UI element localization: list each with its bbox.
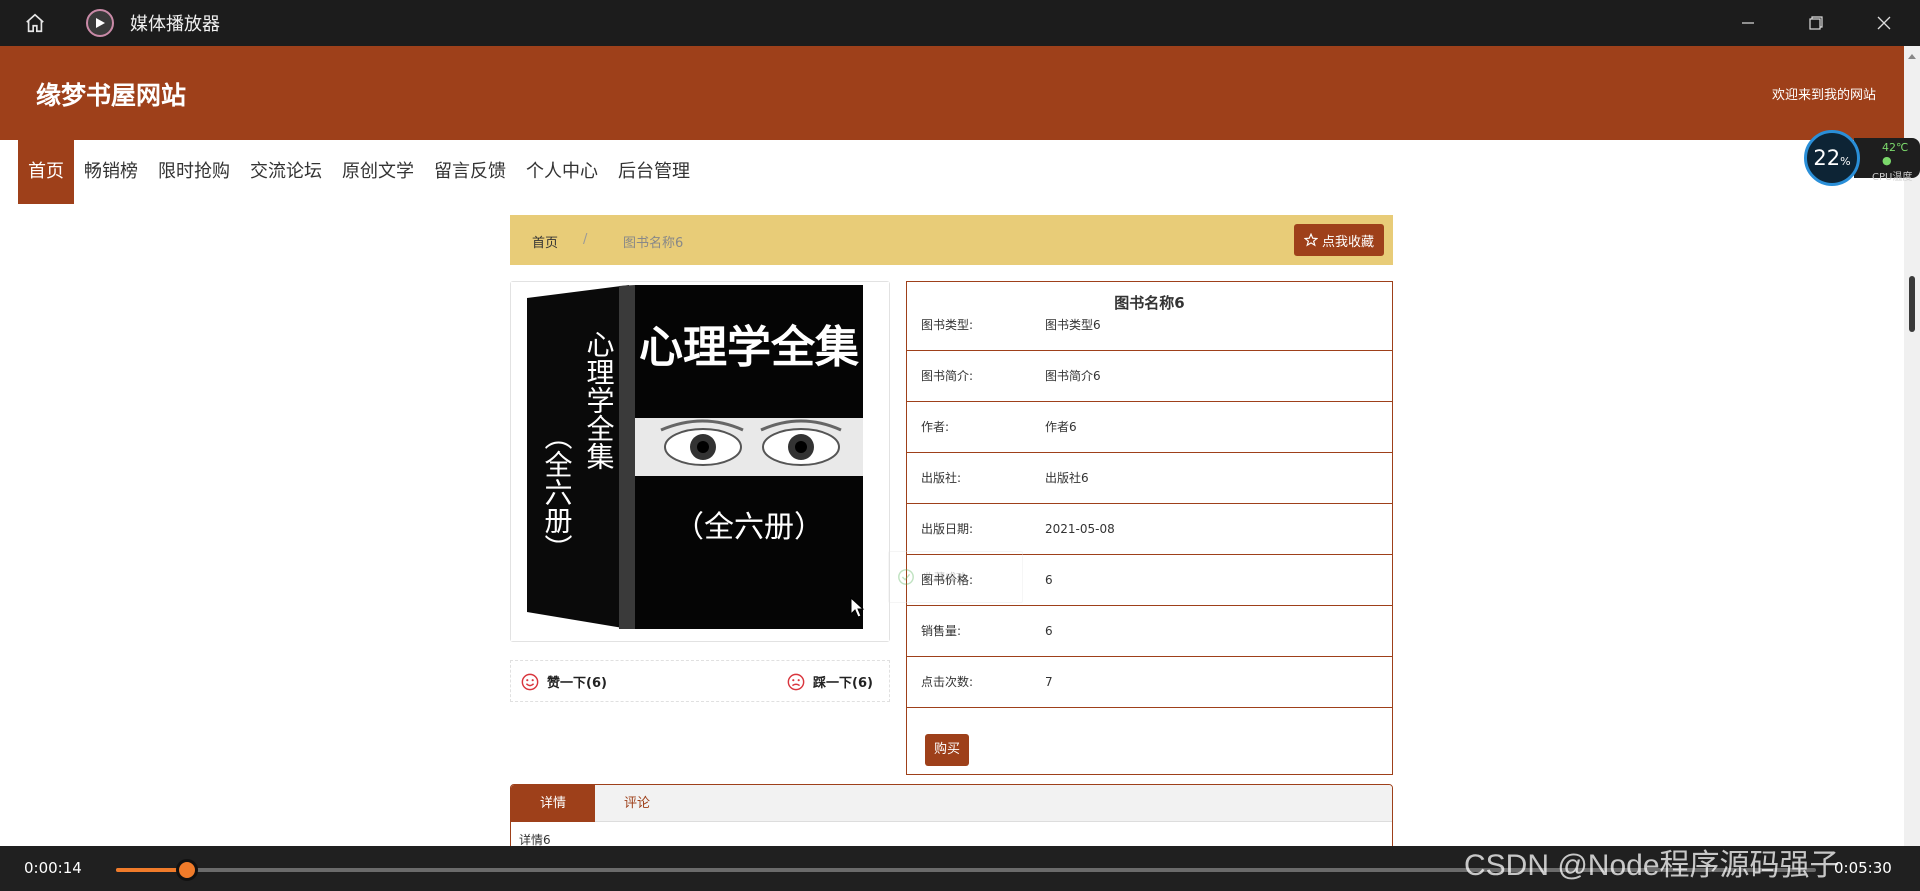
- restore-icon: [1809, 16, 1823, 30]
- cover-title-spine: 心理学全集: [583, 330, 616, 470]
- cpu-usage-percent-sign: %: [1840, 154, 1851, 168]
- info-label: 点击次数:: [921, 675, 974, 689]
- check-circle-icon: [898, 569, 914, 585]
- info-row-summary: 图书简介: 图书简介6: [907, 351, 1392, 402]
- detail-tabs: 详情 评论 详情6: [510, 784, 1393, 846]
- cpu-usage-value: 22: [1813, 146, 1841, 170]
- info-row-sales: 销售量: 6: [907, 606, 1392, 657]
- info-row-publish-date: 出版日期: 2021-05-08: [907, 504, 1392, 555]
- system-monitor-widget[interactable]: 42℃ ● CPU温度 22%: [1804, 130, 1920, 186]
- collect-button[interactable]: 点我收藏: [1293, 224, 1384, 256]
- current-time: 0:00:14: [24, 859, 82, 877]
- book-cover-image[interactable]: 心理学全集 （全六册） 心理学全集 （全六册）: [511, 282, 889, 641]
- minimize-button[interactable]: [1714, 0, 1782, 46]
- cover-subtitle-spine: （全六册）: [541, 422, 574, 562]
- minimize-icon: [1742, 22, 1754, 24]
- info-label: 出版日期:: [921, 522, 974, 536]
- info-value: 6: [1045, 573, 1053, 587]
- tab-bar: 详情 评论: [511, 785, 1392, 822]
- cpu-usage-gauge: 22%: [1804, 130, 1860, 186]
- site-brand[interactable]: 缘梦书屋网站: [36, 76, 186, 112]
- home-icon: [26, 13, 44, 33]
- info-row-type: 图书类型: 图书类型6: [907, 300, 1392, 351]
- info-row-publisher: 出版社: 出版社6: [907, 453, 1392, 504]
- cover-subtitle-front: （全六册）: [674, 510, 824, 545]
- info-value: 出版社6: [1045, 471, 1089, 485]
- nav-item-admin[interactable]: 后台管理: [608, 140, 700, 204]
- collect-label: 点我收藏: [1321, 234, 1374, 250]
- nav-item-home[interactable]: 首页: [18, 140, 74, 204]
- frown-icon: [787, 673, 805, 690]
- dislike-button[interactable]: 踩一下(6): [787, 672, 873, 691]
- like-label: 赞一下(6): [547, 676, 607, 691]
- cpu-temp-panel: 42℃ ● CPU温度: [1854, 138, 1920, 183]
- close-icon: [1877, 16, 1891, 30]
- book-cover-frame: 心理学全集 （全六册） 心理学全集 （全六册）: [510, 281, 890, 642]
- breadcrumb-current: 图书名称6: [623, 236, 684, 251]
- site-header: 缘梦书屋网站 欢迎来到我的网站: [0, 46, 1904, 140]
- welcome-text: 欢迎来到我的网站: [1771, 88, 1876, 103]
- main-nav: 首页 畅销榜 限时抢购 交流论坛 原创文学 留言反馈 个人中心 后台管理: [18, 140, 700, 204]
- nav-item-feedback[interactable]: 留言反馈: [424, 140, 516, 204]
- smile-icon: [521, 673, 539, 690]
- window-title-bar: 媒体播放器: [0, 0, 1920, 46]
- seek-knob[interactable]: [176, 859, 199, 881]
- close-button[interactable]: [1850, 0, 1918, 46]
- home-button[interactable]: [0, 0, 70, 46]
- breadcrumb-home[interactable]: 首页: [532, 232, 558, 251]
- cover-title-front: 心理学全集: [639, 322, 859, 373]
- info-value: 图书简介6: [1045, 369, 1101, 383]
- cpu-temp-value: 42℃: [1882, 141, 1909, 154]
- info-row-author: 作者: 作者6: [907, 402, 1392, 453]
- nav-item-original-literature[interactable]: 原创文学: [332, 140, 424, 204]
- total-time: 0:05:30: [1834, 859, 1892, 877]
- app-title: 媒体播放器: [130, 14, 220, 35]
- water-drop-icon: ●: [1882, 154, 1892, 167]
- tab-content: 详情6: [519, 833, 551, 846]
- nav-item-user-center[interactable]: 个人中心: [516, 140, 608, 204]
- vote-bar: 赞一下(6) 踩一下(6): [510, 660, 890, 702]
- tab-comments[interactable]: 评论: [595, 785, 679, 822]
- maximize-button[interactable]: [1782, 0, 1850, 46]
- star-outline-icon: [1303, 233, 1318, 247]
- info-label: 销售量:: [921, 624, 962, 638]
- like-button[interactable]: 赞一下(6): [521, 672, 607, 691]
- info-label: 作者:: [921, 420, 950, 434]
- nav-item-bestsellers[interactable]: 畅销榜: [74, 140, 148, 204]
- dislike-label: 踩一下(6): [813, 676, 873, 691]
- scrollbar-thumb[interactable]: [1909, 276, 1915, 332]
- info-value: 2021-05-08: [1045, 522, 1115, 536]
- nav-item-forum[interactable]: 交流论坛: [240, 140, 332, 204]
- csdn-watermark: CSDN @Node程序源码强子: [1464, 849, 1840, 882]
- book-info-table: 图书名称6 图书类型: 图书类型6 图书简介: 图书简介6 作者: 作者6 出版…: [906, 281, 1393, 775]
- info-value: 作者6: [1045, 420, 1077, 434]
- collect-success-toast: 收藏成功: [888, 551, 1023, 603]
- cpu-temp-label: CPU温度: [1872, 172, 1913, 183]
- info-row-clicks: 点击次数: 7: [907, 657, 1392, 708]
- toast-text: 收藏成功: [923, 571, 967, 584]
- info-label: 图书简介:: [921, 369, 974, 383]
- breadcrumb: 首页 / 图书名称6 点我收藏: [510, 215, 1393, 265]
- info-value: 7: [1045, 675, 1053, 689]
- info-label: 出版社:: [921, 471, 962, 485]
- play-circle-icon: [86, 9, 114, 37]
- nav-item-flash-sale[interactable]: 限时抢购: [148, 140, 240, 204]
- info-value: 6: [1045, 624, 1053, 638]
- tab-details[interactable]: 详情: [511, 785, 595, 822]
- buy-button[interactable]: 购买: [925, 734, 969, 766]
- scroll-up-arrow-icon[interactable]: [1908, 52, 1916, 60]
- breadcrumb-separator: /: [583, 232, 588, 247]
- web-page: 缘梦书屋网站 欢迎来到我的网站 首页 畅销榜 限时抢购 交流论坛 原创文学 留言…: [0, 46, 1904, 846]
- info-label: 图书类型:: [921, 318, 974, 332]
- info-value: 图书类型6: [1045, 318, 1101, 332]
